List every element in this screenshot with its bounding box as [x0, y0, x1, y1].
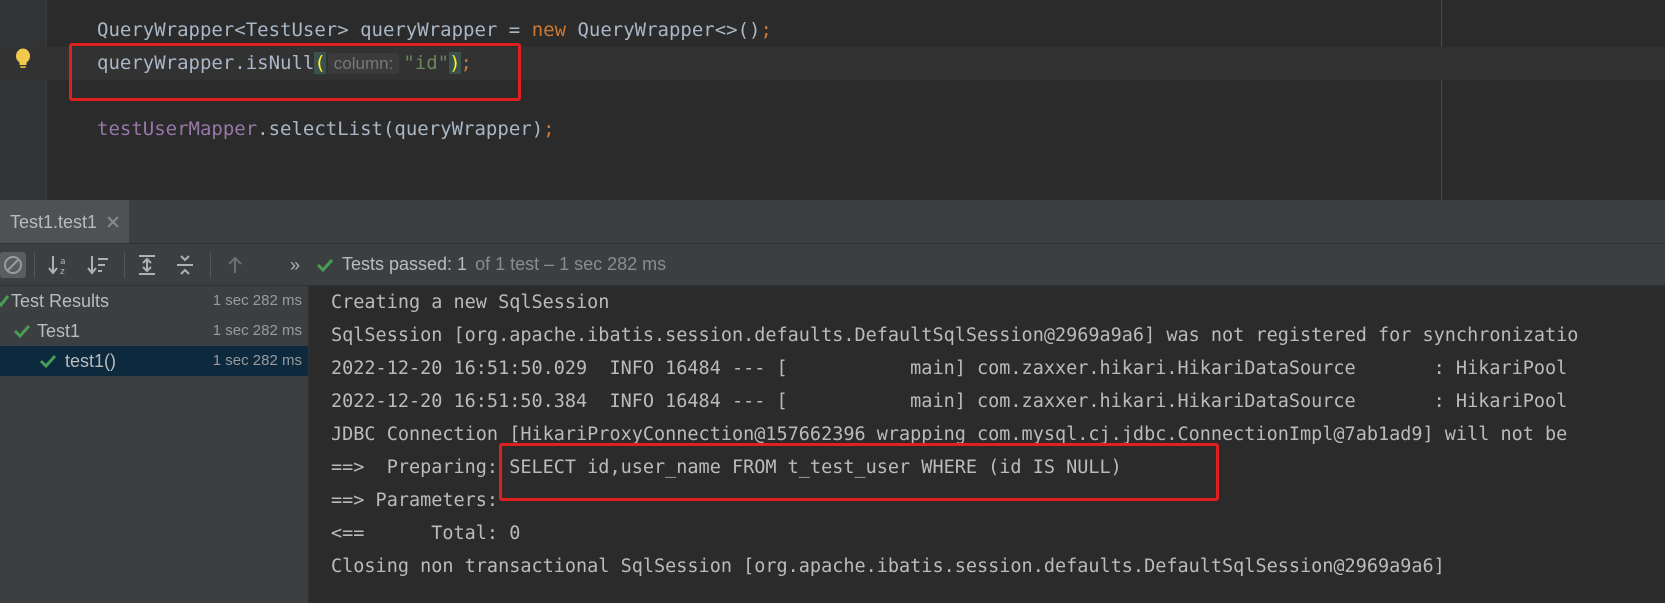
tree-item-test-results[interactable]: Test Results 1 sec 282 ms	[0, 286, 308, 316]
sort-alphabetically-icon[interactable]: a z	[46, 252, 72, 278]
svg-text:z: z	[60, 267, 65, 277]
code-token: (	[314, 52, 326, 74]
tree-item-test1[interactable]: Test1 1 sec 282 ms	[0, 316, 308, 346]
code-token: ;	[460, 52, 472, 74]
svg-text:a: a	[60, 257, 66, 267]
console-output[interactable]: Creating a new SqlSession SqlSession [or…	[309, 286, 1665, 603]
console-line: SqlSession [org.apache.ibatis.session.de…	[331, 325, 1579, 346]
code-token: new	[531, 19, 567, 41]
status-summary-text: of 1 test – 1 sec 282 ms	[475, 254, 667, 274]
console-line: 2022-12-20 16:51:50.029 INFO 16484 --- […	[331, 358, 1568, 379]
close-icon[interactable]	[107, 216, 119, 228]
check-icon	[316, 258, 334, 272]
collapse-all-icon[interactable]	[172, 252, 198, 278]
code-token: queryWrapper.isNull	[97, 52, 315, 74]
console-line: Creating a new SqlSession	[331, 292, 610, 313]
run-tab[interactable]: Test1.test1	[0, 200, 130, 244]
run-tab-label: Test1.test1	[10, 211, 98, 232]
check-icon	[0, 295, 10, 308]
console-line: 2022-12-20 16:51:50.384 INFO 16484 --- […	[331, 391, 1568, 412]
tree-item-time: 1 sec 282 ms	[212, 322, 302, 339]
code-token: "id"	[403, 52, 450, 74]
code-text-2: queryWrapper.isNull(column: "id");	[97, 47, 472, 80]
console-line: ==> Preparing: SELECT id,user_name FROM …	[331, 457, 1122, 478]
toolbar-separator	[34, 252, 35, 278]
code-token: ;	[543, 118, 555, 140]
test-toolbar: a z » Tests passed: 1 of 1 test – 1 sec …	[0, 244, 1665, 286]
tree-item-label: Test Results	[11, 291, 110, 311]
tree-item-label: test1()	[65, 351, 117, 371]
tree-item-label: Test1	[37, 321, 81, 341]
sort-by-duration-icon[interactable]	[85, 252, 111, 278]
status-passed-text: Tests passed: 1	[342, 254, 468, 274]
code-editor[interactable]: QueryWrapper<TestUser> queryWrapper = ne…	[0, 0, 1665, 200]
check-icon	[13, 324, 31, 339]
lightbulb-icon[interactable]	[13, 48, 33, 70]
more-actions-icon[interactable]: »	[282, 252, 308, 278]
code-token: .selectList(queryWrapper)	[257, 118, 544, 140]
expand-all-icon[interactable]	[134, 252, 160, 278]
code-line-3[interactable]	[0, 80, 1665, 113]
check-icon	[39, 354, 57, 369]
code-token: testUserMapper	[97, 118, 258, 140]
code-text-4: testUserMapper.selectList(queryWrapper);	[97, 113, 555, 146]
arrow-up-icon[interactable]	[222, 252, 248, 278]
code-text-1: QueryWrapper<TestUser> queryWrapper = ne…	[97, 14, 772, 47]
toolbar-separator	[210, 252, 211, 278]
parameter-hint: column:	[327, 53, 400, 74]
run-tab-bar: Test1.test1	[0, 200, 1665, 244]
toolbar-separator	[124, 252, 125, 278]
console-line: <== Total: 0	[331, 523, 521, 544]
code-line-4[interactable]: testUserMapper.selectList(queryWrapper);	[0, 113, 1665, 146]
tree-item-time: 1 sec 282 ms	[212, 352, 302, 369]
code-token: QueryWrapper<>()	[566, 19, 761, 41]
test-results-tree: Test Results 1 sec 282 ms Test1 1 sec 28…	[0, 286, 308, 603]
tree-item-time: 1 sec 282 ms	[212, 292, 302, 309]
code-token: )	[449, 52, 461, 74]
console-line: JDBC Connection [HikariProxyConnection@1…	[331, 424, 1568, 445]
code-line-1[interactable]: QueryWrapper<TestUser> queryWrapper = ne…	[0, 14, 1665, 47]
code-token: QueryWrapper<TestUser> queryWrapper =	[97, 19, 532, 41]
console-line: Closing non transactional SqlSession [or…	[331, 556, 1445, 577]
console-line: ==> Parameters:	[331, 490, 510, 511]
code-token: ;	[760, 19, 772, 41]
test-status: Tests passed: 1 of 1 test – 1 sec 282 ms	[316, 244, 666, 285]
code-line-2[interactable]: queryWrapper.isNull(column: "id");	[0, 47, 1665, 80]
stop-icon[interactable]	[0, 252, 26, 278]
tree-item-test1-method[interactable]: test1() 1 sec 282 ms	[0, 346, 308, 376]
